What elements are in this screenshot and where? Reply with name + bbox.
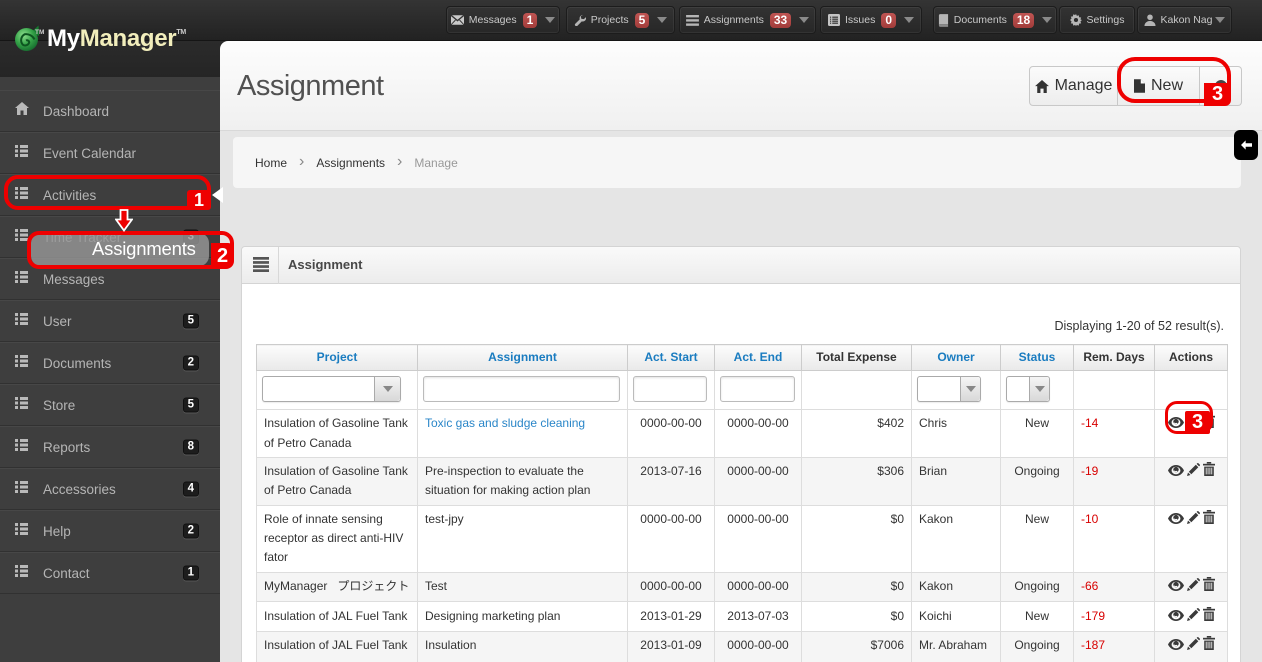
svg-text:TM: TM [35, 29, 44, 36]
